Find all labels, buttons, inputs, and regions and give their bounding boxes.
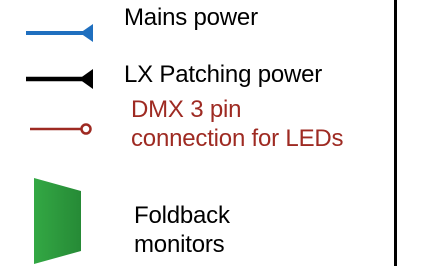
red-cable-connector-icon [30, 123, 92, 135]
legend-label-foldback-line-2: monitors [134, 231, 225, 258]
legend-label-dmx-line-1: DMX 3 pin [131, 96, 242, 123]
blue-cable-arrow-icon [26, 24, 93, 42]
legend-label-foldback-monitors: Foldback monitors [134, 201, 230, 259]
legend-label-mains-power: Mains power [124, 4, 258, 31]
legend-panel: Mains power LX Patching power DMX 3 pin … [0, 0, 427, 266]
green-monitor-wedge-icon [34, 178, 81, 264]
legend-label-lx-patching-power: LX Patching power [124, 61, 323, 88]
legend-label-dmx: DMX 3 pin connection for LEDs [131, 95, 344, 153]
black-cable-arrow-icon [26, 69, 93, 89]
legend-label-dmx-line-2: connection for LEDs [131, 125, 344, 152]
legend-label-foldback-line-1: Foldback [134, 202, 230, 229]
legend-divider-line [394, 0, 397, 266]
